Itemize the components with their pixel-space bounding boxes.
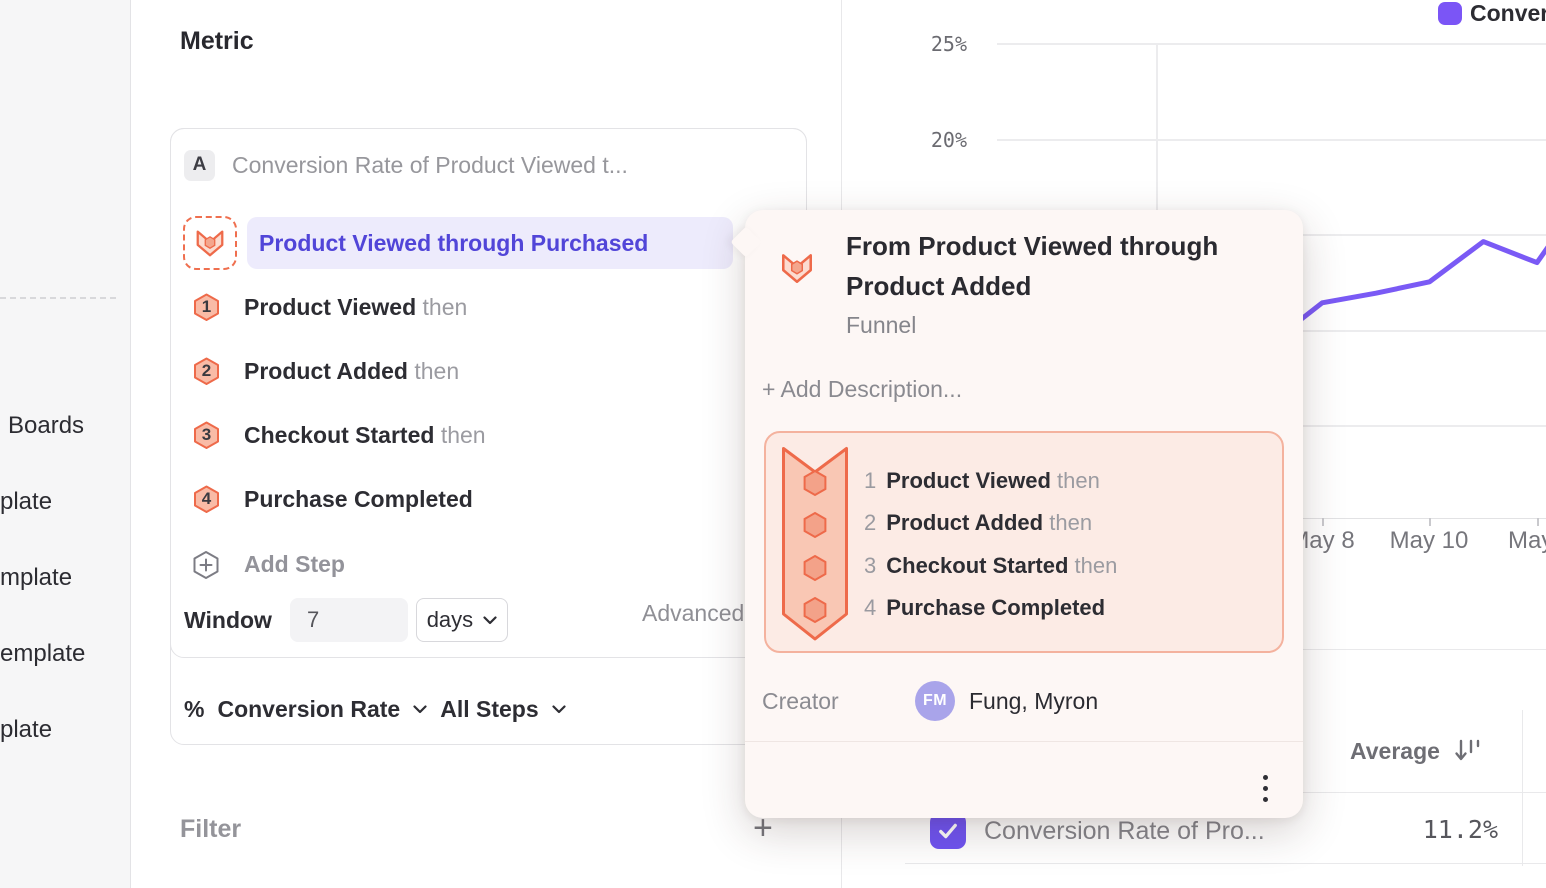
step-3-hexagon-badge: 3	[193, 421, 220, 449]
chevron-down-icon[interactable]	[413, 705, 427, 714]
sort-descending-icon	[1452, 737, 1484, 765]
popover-steps-box: 1Product Viewed then 2Product Added then…	[764, 431, 1284, 653]
table-header-average[interactable]: Average	[1350, 737, 1484, 765]
add-step-label: Add Step	[244, 551, 345, 578]
step-1-name: Product Viewed	[244, 294, 416, 320]
sidebar-item-template-3[interactable]: emplate	[0, 640, 85, 668]
metric-title[interactable]: Conversion Rate of Product Viewed t...	[232, 152, 628, 179]
funnel-step-row-4[interactable]: 4 Purchase Completed	[193, 473, 473, 525]
step-4-hexagon-badge: 4	[193, 485, 220, 513]
filter-section-heading: Filter	[180, 815, 241, 844]
chevron-down-icon	[483, 616, 497, 625]
more-options-icon[interactable]	[1245, 766, 1285, 810]
table-row-metric-name[interactable]: Conversion Rate of Pro...	[984, 817, 1265, 846]
y-axis-tick-25: 25%	[907, 32, 967, 56]
x-axis-label-may12: May	[1508, 527, 1546, 555]
window-unit-value: days	[427, 607, 473, 633]
popover-step-4: 4Purchase Completed	[864, 587, 1111, 629]
x-tickmark	[1537, 518, 1539, 526]
step-1-suffix: then	[423, 294, 468, 320]
step-2-name: Product Added	[244, 358, 408, 384]
sidebar-item-template-4[interactable]: plate	[0, 716, 52, 744]
window-unit-select[interactable]: days	[416, 598, 508, 642]
metric-section-heading: Metric	[180, 27, 254, 56]
gridline-20	[997, 139, 1546, 141]
funnel-step-row-2[interactable]: 2 Product Added then	[193, 345, 459, 397]
measure-footer-row: % Conversion Rate All Steps	[184, 687, 566, 731]
window-value-input[interactable]	[290, 598, 408, 642]
add-step-hexagon-icon	[192, 550, 220, 579]
step-4-name: Purchase Completed	[244, 486, 473, 512]
percent-prefix: %	[184, 696, 204, 723]
x-tickmark	[1322, 518, 1324, 526]
checkmark-icon	[938, 822, 958, 840]
funnel-icon	[193, 226, 227, 260]
funnel-banner-icon	[781, 446, 849, 642]
y-axis-tick-20: 20%	[907, 128, 967, 152]
funnel-icon	[778, 249, 816, 292]
step-2-suffix: then	[414, 358, 459, 384]
advanced-link[interactable]: Advanced	[642, 600, 744, 627]
legend-label: Conver	[1470, 0, 1546, 27]
sidebar-divider	[0, 297, 116, 299]
creator-row: Creator FM Fung, Myron	[762, 665, 1098, 737]
popover-step-1: 1Product Viewed then	[864, 460, 1100, 502]
funnel-step-row-3[interactable]: 3 Checkout Started then	[193, 409, 486, 461]
legend-swatch	[1438, 2, 1462, 25]
window-label: Window	[184, 607, 272, 634]
popover-title: From Product Viewed through Product Adde…	[846, 226, 1276, 306]
step-1-hexagon-badge: 1	[193, 293, 220, 321]
measure-dropdown[interactable]: Conversion Rate	[217, 696, 400, 723]
sidebar-item-boards[interactable]: Boards	[8, 412, 84, 440]
add-step-button[interactable]: Add Step	[192, 538, 345, 590]
avatar[interactable]: FM	[915, 681, 955, 721]
series-a-badge: A	[184, 150, 215, 181]
step-2-hexagon-badge: 2	[193, 357, 220, 385]
sidebar-item-template-1[interactable]: plate	[0, 488, 52, 516]
chevron-down-icon[interactable]	[552, 705, 566, 714]
selected-funnel-label: Product Viewed through Purchased	[259, 230, 648, 257]
row-checkbox-checked[interactable]	[930, 813, 966, 849]
table-column-divider	[1522, 710, 1523, 866]
sidebar: Boards plate mplate emplate plate	[0, 0, 131, 888]
creator-name: Fung, Myron	[969, 688, 1098, 715]
window-row: Window days	[184, 598, 508, 642]
step-3-name: Checkout Started	[244, 422, 434, 448]
table-row-average-value: 11.2%	[1358, 815, 1498, 844]
table-row-border	[905, 863, 1546, 864]
popover-step-2: 2Product Added then	[864, 502, 1092, 544]
popover-footer-divider	[745, 741, 1303, 742]
sidebar-item-template-2[interactable]: mplate	[0, 564, 72, 592]
funnel-step-row-1[interactable]: 1 Product Viewed then	[193, 281, 467, 333]
app-screen: Boards plate mplate emplate plate Metric…	[0, 0, 1546, 888]
popover-type-label: Funnel	[846, 312, 916, 339]
gridline-25	[997, 43, 1546, 45]
add-description-link[interactable]: + Add Description...	[762, 376, 962, 403]
popover-step-3: 3Checkout Started then	[864, 545, 1117, 587]
steps-scope-dropdown[interactable]: All Steps	[440, 696, 538, 723]
step-3-suffix: then	[441, 422, 486, 448]
x-axis-label-may10: May 10	[1389, 527, 1469, 555]
funnel-details-popover: From Product Viewed through Product Adde…	[745, 210, 1303, 818]
metric-definition-card: A Conversion Rate of Product Viewed t...…	[170, 128, 807, 745]
metric-title-row: A Conversion Rate of Product Viewed t...	[184, 149, 628, 181]
x-tickmark	[1429, 518, 1431, 526]
selected-funnel-pill[interactable]: Product Viewed through Purchased	[247, 217, 733, 269]
funnel-icon-dashed-box[interactable]	[183, 216, 237, 270]
creator-label: Creator	[762, 688, 915, 715]
chart-legend[interactable]: Conver	[1438, 0, 1546, 26]
